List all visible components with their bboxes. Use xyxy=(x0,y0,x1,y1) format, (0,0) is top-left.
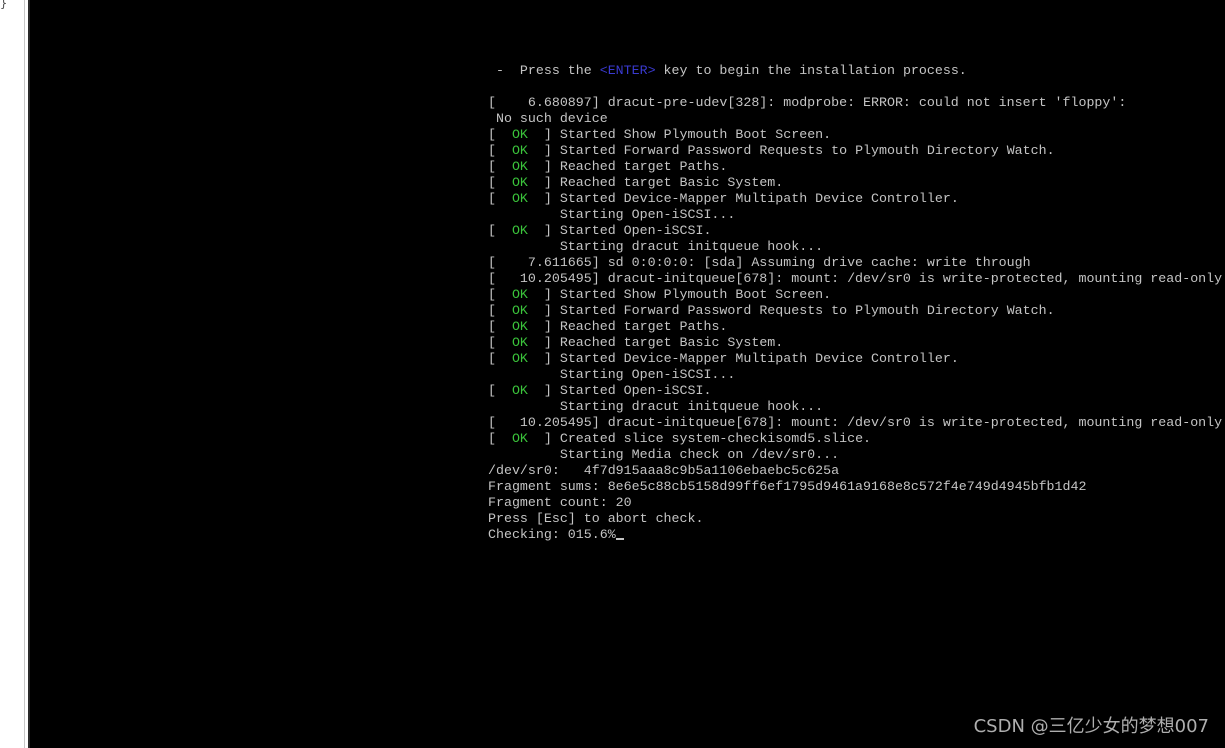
console-text: Starting Open-iSCSI... xyxy=(488,207,736,222)
csdn-watermark: CSDN @三亿少女的梦想007 xyxy=(973,716,1209,737)
ok-status: OK xyxy=(511,335,528,350)
console-text: [ xyxy=(488,159,512,174)
console-text: [ 7.611665] sd 0:0:0:0: [sda] Assuming d… xyxy=(488,255,1031,270)
ok-status: OK xyxy=(511,319,528,334)
ok-status: OK xyxy=(511,175,528,190)
ok-status: OK xyxy=(511,431,528,446)
console-line: No such device xyxy=(488,111,1222,127)
console-text: ] Reached target Basic System. xyxy=(527,175,784,190)
console-line: Starting dracut initqueue hook... xyxy=(488,239,1222,255)
console-text: Fragment count: 20 xyxy=(488,495,632,510)
console-text: /dev/sr0: 4f7d915aaa8c9b5a1106ebaebc5c62… xyxy=(488,463,840,478)
console-text: Starting dracut initqueue hook... xyxy=(488,239,824,254)
console-line: [ OK ] Started Open-iSCSI. xyxy=(488,223,1222,239)
window-divider xyxy=(24,0,25,748)
console-line: [ OK ] Started Forward Password Requests… xyxy=(488,143,1222,159)
console-text: key to begin the installation process. xyxy=(655,63,967,78)
console-text: [ 10.205495] dracut-initqueue[678]: moun… xyxy=(488,271,1223,286)
console-line: [ OK ] Started Open-iSCSI. xyxy=(488,383,1222,399)
ok-status: OK xyxy=(511,287,528,302)
text-cursor xyxy=(615,538,624,540)
console-line: [ OK ] Created slice system-checkisomd5.… xyxy=(488,431,1222,447)
enter-key-label: <ENTER> xyxy=(599,63,656,78)
console-line: - Press the <ENTER> key to begin the ins… xyxy=(488,63,1222,79)
console-text: [ 10.205495] dracut-initqueue[678]: moun… xyxy=(488,415,1223,430)
ok-status: OK xyxy=(511,191,528,206)
console-line: [ OK ] Started Show Plymouth Boot Screen… xyxy=(488,127,1222,143)
console-line: [ 6.680897] dracut-pre-udev[328]: modpro… xyxy=(488,95,1222,111)
console-text: Starting Open-iSCSI... xyxy=(488,367,736,382)
console-text: Starting Media check on /dev/sr0... xyxy=(488,447,840,462)
console-text: [ xyxy=(488,127,512,142)
console-text: ] Reached target Paths. xyxy=(527,159,728,174)
console-line: [ OK ] Reached target Basic System. xyxy=(488,335,1222,351)
console-line: Fragment count: 20 xyxy=(488,495,1222,511)
console-text: ] Started Show Plymouth Boot Screen. xyxy=(527,287,832,302)
left-strip-brace: } xyxy=(0,0,8,10)
boot-log: - Press the <ENTER> key to begin the ins… xyxy=(488,63,1222,543)
console-text: [ xyxy=(488,431,512,446)
console-line: Fragment sums: 8e6e5c88cb5158d99ff6ef179… xyxy=(488,479,1222,495)
vm-console[interactable]: - Press the <ENTER> key to begin the ins… xyxy=(30,0,1225,748)
console-text: Press [Esc] to abort check. xyxy=(488,511,704,526)
console-text: ] Reached target Basic System. xyxy=(527,335,784,350)
console-text: ] Started Device-Mapper Multipath Device… xyxy=(527,191,959,206)
console-line: Press [Esc] to abort check. xyxy=(488,511,1222,527)
console-line: [ OK ] Reached target Basic System. xyxy=(488,175,1222,191)
console-text: Starting dracut initqueue hook... xyxy=(488,399,824,414)
console-line: [ 10.205495] dracut-initqueue[678]: moun… xyxy=(488,415,1222,431)
console-line: [ OK ] Started Device-Mapper Multipath D… xyxy=(488,351,1222,367)
console-line: [ OK ] Reached target Paths. xyxy=(488,159,1222,175)
console-text: [ xyxy=(488,303,512,318)
console-text: ] Started Forward Password Requests to P… xyxy=(527,303,1055,318)
left-window-strip: } xyxy=(0,0,24,748)
console-line: Starting Open-iSCSI... xyxy=(488,367,1222,383)
console-text: Checking: 015.6% xyxy=(488,527,616,542)
console-line: [ 7.611665] sd 0:0:0:0: [sda] Assuming d… xyxy=(488,255,1222,271)
ok-status: OK xyxy=(511,159,528,174)
ok-status: OK xyxy=(511,143,528,158)
console-line: [ OK ] Started Device-Mapper Multipath D… xyxy=(488,191,1222,207)
console-line: Checking: 015.6% xyxy=(488,527,1222,543)
console-text: [ xyxy=(488,335,512,350)
console-line: /dev/sr0: 4f7d915aaa8c9b5a1106ebaebc5c62… xyxy=(488,463,1222,479)
ok-status: OK xyxy=(511,223,528,238)
console-line: Starting Media check on /dev/sr0... xyxy=(488,447,1222,463)
console-text: [ xyxy=(488,175,512,190)
console-text: [ xyxy=(488,143,512,158)
ok-status: OK xyxy=(511,383,528,398)
ok-status: OK xyxy=(511,351,528,366)
console-text: No such device xyxy=(488,111,608,126)
console-text: [ xyxy=(488,319,512,334)
screenshot-root: } - Press the <ENTER> key to begin the i… xyxy=(0,0,1225,748)
console-text: ] Reached target Paths. xyxy=(527,319,728,334)
console-text: ] Started Open-iSCSI. xyxy=(527,223,712,238)
console-text: [ xyxy=(488,351,512,366)
console-text: [ 6.680897] dracut-pre-udev[328]: modpro… xyxy=(488,95,1127,110)
ok-status: OK xyxy=(511,127,528,142)
console-text: ] Started Device-Mapper Multipath Device… xyxy=(527,351,959,366)
console-text: ] Started Show Plymouth Boot Screen. xyxy=(527,127,832,142)
console-text: [ xyxy=(488,383,512,398)
console-text: ] Started Forward Password Requests to P… xyxy=(527,143,1055,158)
console-line: [ OK ] Started Forward Password Requests… xyxy=(488,303,1222,319)
console-text: ] Created slice system-checkisomd5.slice… xyxy=(527,431,872,446)
console-text: ] Started Open-iSCSI. xyxy=(527,383,712,398)
console-text: - Press the xyxy=(488,63,600,78)
console-text: Fragment sums: 8e6e5c88cb5158d99ff6ef179… xyxy=(488,479,1087,494)
console-text: [ xyxy=(488,287,512,302)
console-text: [ xyxy=(488,191,512,206)
ok-status: OK xyxy=(511,303,528,318)
console-line: Starting Open-iSCSI... xyxy=(488,207,1222,223)
console-line: [ OK ] Reached target Paths. xyxy=(488,319,1222,335)
console-text: [ xyxy=(488,223,512,238)
console-line: [ OK ] Started Show Plymouth Boot Screen… xyxy=(488,287,1222,303)
console-line: Starting dracut initqueue hook... xyxy=(488,399,1222,415)
console-line: [ 10.205495] dracut-initqueue[678]: moun… xyxy=(488,271,1222,287)
